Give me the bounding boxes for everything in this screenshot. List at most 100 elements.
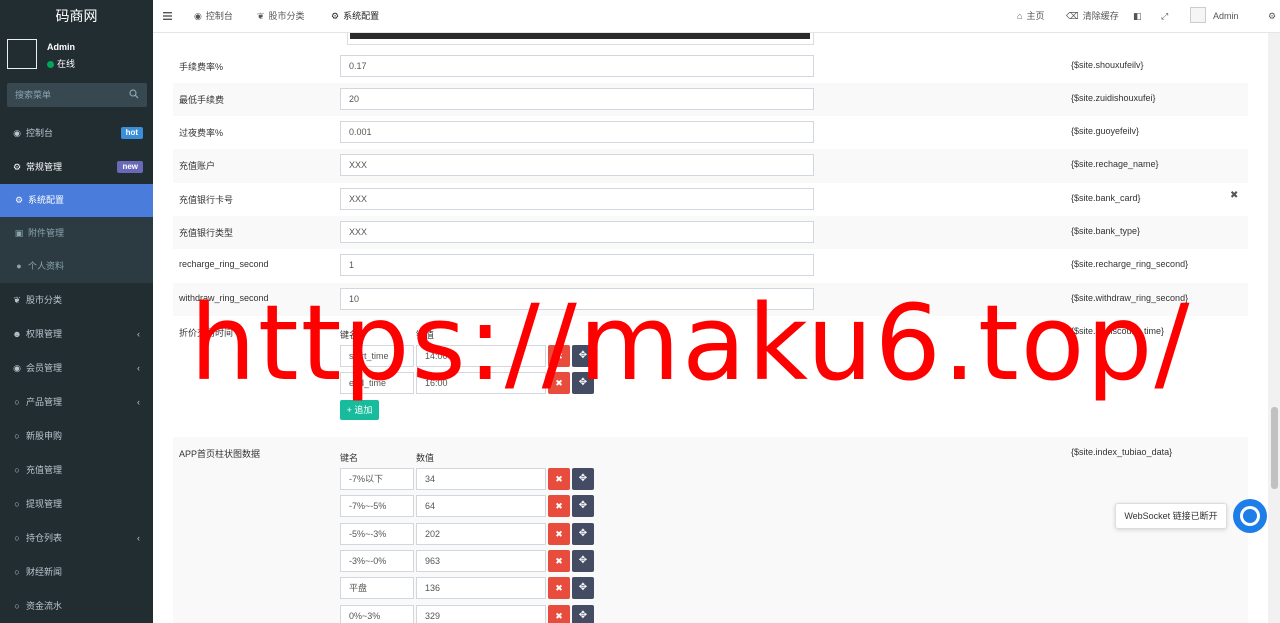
kv-value-input[interactable]: 329 [416,605,546,623]
kv-value-input[interactable]: 963 [416,550,546,572]
config-input[interactable]: 0.001 [340,121,814,143]
gear-icon: ⚙ [14,195,24,205]
kv-key-input[interactable]: -7%~-5% [340,495,414,517]
search-icon[interactable] [129,89,139,99]
sidebar-item-dashboard[interactable]: ◉ 控制台 hot [0,116,153,150]
delete-icon[interactable]: ✖ [548,523,570,545]
sidebar-item-label: 常规管理 [26,162,63,172]
sidebar-item-recharge[interactable]: ○ 充值管理 [0,453,153,487]
fullscreen-icon[interactable]: ⤢ [1161,0,1168,33]
drag-move-icon[interactable]: ✥ [572,605,594,623]
scroll-thumb[interactable] [1271,407,1278,489]
kv-key-input[interactable]: end_time [340,372,414,394]
sidebar-item-label: 系统配置 [28,195,65,205]
config-input[interactable]: 0.17 [340,55,814,77]
sidebar-item-stock-category[interactable]: ❦ 股市分类 [0,283,153,317]
config-row: recharge_ring_second 1 {$site.recharge_r… [173,249,1248,283]
kv-value-input[interactable]: 14:00 [416,345,546,367]
kv-key-input[interactable]: -7%以下 [340,468,414,490]
config-input[interactable]: XXX [340,221,814,243]
sidebar-item-positions[interactable]: ○ 持仓列表 ‹ [0,521,153,555]
value-header: 键值 [416,330,435,340]
delete-icon[interactable]: ✖ [548,372,570,394]
tab-system-config[interactable]: ⚙ 系统配置 [331,0,379,33]
delete-icon[interactable]: ✖ [548,550,570,572]
hot-badge: hot [120,127,143,139]
sidebar-item-members[interactable]: ◉ 会员管理 ‹ [0,351,153,385]
settings-icon[interactable]: ⚙ [1268,0,1276,33]
kv-value-input[interactable]: 64 [416,495,546,517]
sidebar-item-general[interactable]: ⚙ 常规管理 new [0,150,153,184]
kv-key-input[interactable]: -5%~-3% [340,523,414,545]
config-input[interactable]: 1 [340,254,814,276]
kv-key-input[interactable]: start_time [340,345,414,367]
hamburger-menu-icon[interactable] [162,9,174,23]
home-link[interactable]: ⌂ 主页 [1017,0,1044,33]
drag-move-icon[interactable]: ✥ [572,523,594,545]
chat-bubble-ring [1240,506,1260,526]
sidebar-item-system-config[interactable]: ⚙ 系统配置 [0,184,153,217]
config-label: 折价交易时间 [179,328,234,338]
key-header: 键名 [340,453,359,463]
key-header: 键名 [340,330,359,340]
config-var: {$site.guoyefeilv} [1071,126,1140,136]
kv-value-input[interactable]: 34 [416,468,546,490]
sidebar-item-products[interactable]: ○ 产品管理 ‹ [0,385,153,419]
config-label: withdraw_ring_second [179,293,269,303]
drag-move-icon[interactable]: ✥ [572,468,594,490]
config-row: 充值银行类型 XXX {$site.bank_type} [173,216,1248,249]
admin-label[interactable]: Admin [1213,0,1239,33]
kv-value-input[interactable]: 136 [416,577,546,599]
sidebar-item-news[interactable]: ○ 财经新闻 [0,555,153,589]
circle-icon: ○ [14,533,20,543]
chat-bubble-icon[interactable] [1233,499,1267,533]
dashboard-icon: ◉ [13,128,21,138]
sidebar-item-withdraw[interactable]: ○ 提现管理 [0,487,153,521]
kv-value-input[interactable]: 16:00 [416,372,546,394]
config-input[interactable]: 20 [340,88,814,110]
config-input[interactable]: XXX [340,154,814,176]
config-input[interactable]: XXX [340,188,814,210]
sidebar-item-funds[interactable]: ○ 资金流水 [0,589,153,623]
sidebar-item-label: 个人资料 [28,261,65,271]
kv-key-input[interactable]: 平盘 [340,577,414,599]
dashboard-icon: ◉ [194,11,202,21]
clear-cache-button[interactable]: ⌫ 清除缓存 [1066,0,1119,33]
drag-move-icon[interactable]: ✥ [572,495,594,517]
sidebar-item-permissions[interactable]: ☻ 权限管理 ‹ [0,317,153,351]
tab-stock-category[interactable]: ❦ 股市分类 [257,0,305,33]
sidebar: 码商网 Admin 在线 ◉ 控制台 hot ⚙ 常规管理 new ⚙ 系统配置 ▣ 附件管… [0,0,153,623]
kv-value-input[interactable]: 202 [416,523,546,545]
delete-icon[interactable]: ✖ [548,495,570,517]
drag-move-icon[interactable]: ✥ [572,550,594,572]
tab-dashboard[interactable]: ◉ 控制台 [194,0,233,33]
translate-icon[interactable]: ◧ [1133,0,1142,33]
drag-move-icon[interactable]: ✥ [572,577,594,599]
config-label: 充值银行卡号 [179,195,234,205]
delete-icon[interactable]: ✖ [548,577,570,599]
tubiao-data-row: APP首页柱状图数据 {$site.index_tubiao_data} 键名 … [173,437,1248,623]
image-preview-dark-strip [350,33,810,39]
gear-icon: ⚙ [331,11,340,21]
circle-icon: ○ [14,567,20,577]
config-label: 充值银行类型 [179,228,234,238]
append-button[interactable]: + 追加 [340,400,379,420]
scrollbar[interactable] [1268,33,1280,623]
drag-move-icon[interactable]: ✥ [572,372,594,394]
admin-avatar[interactable] [1190,7,1206,23]
kv-key-input[interactable]: 0%~3% [340,605,414,623]
image-preview [347,33,814,45]
config-input[interactable]: 10 [340,288,814,310]
search-input[interactable] [7,83,127,107]
sidebar-item-attachments[interactable]: ▣ 附件管理 [0,217,153,250]
sidebar-item-ipo[interactable]: ○ 新股申购 [0,419,153,453]
drag-move-icon[interactable]: ✥ [572,345,594,367]
delete-icon[interactable]: ✖ [548,345,570,367]
app-logo[interactable]: 码商网 [0,0,153,33]
kv-key-input[interactable]: -3%~-0% [340,550,414,572]
file-image-icon: ▣ [14,228,24,238]
delete-icon[interactable]: ✖ [548,605,570,623]
sidebar-item-profile[interactable]: ● 个人资料 [0,250,153,283]
close-icon[interactable]: ✖ [1230,190,1238,201]
delete-icon[interactable]: ✖ [548,468,570,490]
